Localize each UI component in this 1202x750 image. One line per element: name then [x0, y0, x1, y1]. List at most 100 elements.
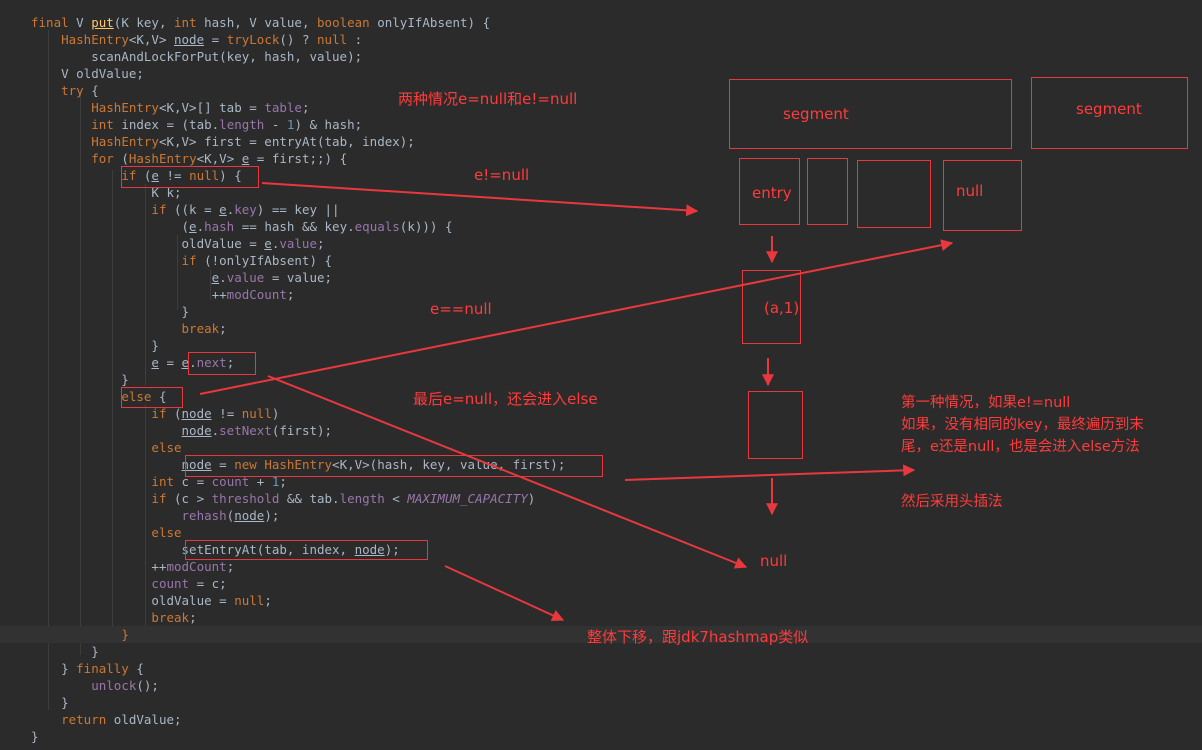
note-case1-line3: 尾，e还是null，也是会进入else方法	[901, 439, 1140, 455]
annotation-box-set-entry	[185, 540, 428, 560]
code-token: null	[317, 32, 348, 47]
code-token: (K key,	[113, 15, 175, 30]
segment-label-1: segment	[783, 105, 849, 123]
slot-box-2	[807, 158, 848, 225]
code-token: int	[151, 474, 182, 489]
code-token: e	[264, 236, 272, 251]
code-token: V oldValue;	[31, 66, 144, 81]
code-token: int	[91, 117, 122, 132]
code-token: null	[241, 406, 272, 421]
code-token: )	[527, 491, 536, 506]
code-token: put	[91, 15, 114, 30]
code-token: && tab.	[279, 491, 340, 506]
editor-canvas: final V put(K key, int hash, V value, bo…	[0, 0, 1202, 750]
code-token: oldValue =	[31, 236, 265, 251]
code-token: MAXIMUM_CAPACITY	[407, 491, 528, 506]
code-token: () ?	[279, 32, 318, 47]
slot-box-3	[857, 160, 931, 228]
code-token: rehash	[181, 508, 227, 523]
code-token: else	[151, 440, 182, 455]
code-token: ((k =	[174, 202, 220, 217]
code-token: break	[151, 610, 190, 625]
code-token: }	[31, 729, 39, 744]
code-token: ;	[219, 321, 227, 336]
note-head-insert: 然后采用头插法	[901, 494, 1003, 510]
code-token: ();	[136, 678, 159, 693]
annotation-box-e-next	[188, 352, 256, 375]
code-token: :	[347, 32, 363, 47]
note-case1-line2: 如果，没有相同的key，最终遍历到末	[901, 417, 1144, 433]
label-two-cases: 两种情况e=null和e!=null	[398, 90, 578, 108]
code-token: return	[61, 712, 114, 727]
code-token: {	[128, 661, 144, 676]
code-token: value	[279, 236, 317, 251]
code-token: )	[271, 406, 280, 421]
code-token: oldValue;	[113, 712, 182, 727]
code-token: }	[31, 304, 190, 319]
code-token: node	[234, 508, 265, 523]
code-token: {	[83, 83, 99, 98]
code-token: onlyIfAbsent) {	[377, 15, 491, 30]
code-token: (c >	[174, 491, 212, 506]
note-case1-line1: 第一种情况，如果e!=null	[901, 395, 1071, 411]
code-token: = value;	[264, 270, 333, 285]
code-token: (	[121, 151, 129, 166]
code-token: threshold	[211, 491, 280, 506]
code-token: ++	[31, 559, 167, 574]
code-token: <	[384, 491, 408, 506]
code-token: }	[31, 338, 159, 353]
code-token: (	[31, 219, 190, 234]
code-token: = c;	[189, 576, 227, 591]
code-token: <K,V>	[128, 32, 174, 47]
code-token: e	[189, 219, 197, 234]
code-token: int	[174, 15, 205, 30]
code-token: if	[181, 253, 205, 268]
code-token: break	[181, 321, 220, 336]
code-token: == hash && key.	[234, 219, 355, 234]
code-token: boolean	[317, 15, 378, 30]
note-shift-down: 整体下移，跟jdk7hashmap类似	[587, 628, 809, 646]
code-token: if	[151, 202, 174, 217]
code-token: null	[234, 593, 265, 608]
segment-label-2: segment	[1076, 100, 1142, 118]
code-token: .	[219, 270, 227, 285]
code-token: if	[151, 491, 174, 506]
label-e-not-null: e!=null	[474, 166, 530, 184]
code-token: }	[31, 661, 77, 676]
code-token: equals	[354, 219, 400, 234]
code-token: finally	[76, 661, 129, 676]
null-end-label: null	[760, 552, 788, 570]
code-token: (!onlyIfAbsent) {	[204, 253, 333, 268]
code-token: node	[181, 406, 212, 421]
code-token: ;	[189, 610, 197, 625]
code-token: setNext	[219, 423, 272, 438]
code-token: scanAndLockForPut(key, hash, value);	[31, 49, 363, 64]
code-token: unlock	[91, 678, 137, 693]
code-token: ;	[317, 236, 325, 251]
null-slot-label: null	[956, 182, 984, 200]
pair-label: (a,1)	[764, 299, 800, 317]
code-token: ;	[264, 593, 272, 608]
empty-node-box	[748, 391, 803, 459]
code-token: hash	[204, 219, 235, 234]
code-token: HashEntry	[91, 134, 159, 149]
code-token: oldValue =	[31, 593, 235, 608]
code-token: (k))) {	[399, 219, 453, 234]
code-token: ;	[286, 287, 295, 302]
code-token: modCount	[226, 287, 287, 302]
